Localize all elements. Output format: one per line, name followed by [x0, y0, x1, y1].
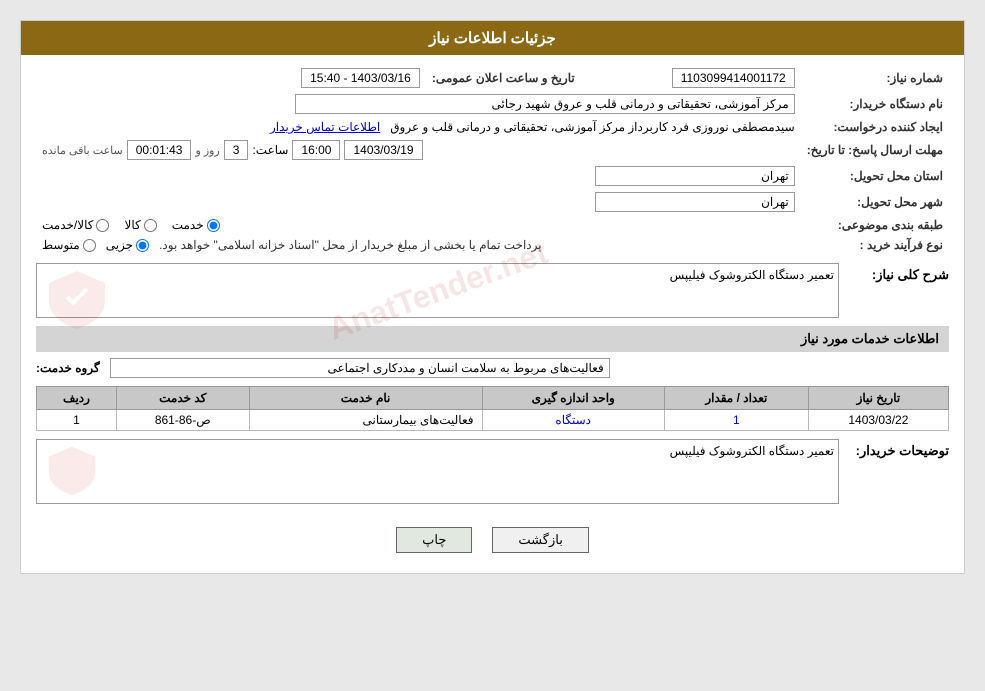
radio-medium-label: متوسط [42, 238, 80, 252]
radio-goods[interactable] [144, 219, 157, 232]
city-value: تهران [595, 192, 795, 212]
purchase-type-label: نوع فرآیند خرید : [801, 235, 949, 255]
general-desc-value: تعمیر دستگاه الکتروشوک فیلیپس [670, 268, 834, 282]
cell-code: ص-86-861 [116, 410, 249, 431]
buyer-org-value: مرکز آموزشی، تحقیقاتی و درمانی قلب و عرو… [295, 94, 795, 114]
col-date: تاریخ نیاز [808, 387, 948, 410]
buyer-desc-value: تعمیر دستگاه الکتروشوک فیلیپس [670, 444, 834, 458]
general-desc-label: شرح کلی نیاز: [849, 263, 949, 283]
col-row: ردیف [37, 387, 117, 410]
creator-value: سیدمصطفی نوروزی فرد کاربرداز مرکز آموزشی… [390, 120, 794, 134]
category-label: طبقه بندی موضوعی: [801, 215, 949, 235]
col-qty: تعداد / مقدار [664, 387, 808, 410]
buyer-org-label: نام دستگاه خریدار: [801, 91, 949, 117]
province-value: تهران [595, 166, 795, 186]
province-label: استان محل تحویل: [801, 163, 949, 189]
city-label: شهر محل تحویل: [801, 189, 949, 215]
radio-goods-service-label: کالا/خدمت [42, 218, 93, 232]
back-button[interactable]: بازگشت [492, 527, 588, 553]
table-row: 1403/03/22 1 دستگاه فعالیت‌های بیمارستان… [37, 410, 949, 431]
response-remaining-label: ساعت باقی مانده [42, 144, 123, 157]
creator-label: ایجاد کننده درخواست: [801, 117, 949, 137]
radio-partial[interactable] [136, 239, 149, 252]
buyer-desc-label: توضیحات خریدار: [849, 439, 949, 459]
print-button[interactable]: چاپ [396, 527, 472, 553]
req-number-value: 1103099414001172 [672, 68, 795, 88]
response-time-value: 16:00 [292, 140, 340, 160]
announce-date-label: تاریخ و ساعت اعلان عمومی: [426, 65, 581, 91]
response-date-value: 1403/03/19 [344, 140, 422, 160]
purchase-note: پرداخت تمام یا بخشی از مبلغ خریدار از مح… [159, 238, 542, 252]
radio-goods-service[interactable] [96, 219, 109, 232]
cell-unit: دستگاه [482, 410, 664, 431]
contact-link[interactable]: اطلاعات تماس خریدار [270, 120, 380, 134]
cell-qty: 1 [664, 410, 808, 431]
cell-name: فعالیت‌های بیمارستانی [249, 410, 482, 431]
announce-date-value: 1403/03/16 - 15:40 [301, 68, 420, 88]
radio-partial-label: جزیی [106, 238, 133, 252]
services-table: تاریخ نیاز تعداد / مقدار واحد اندازه گیر… [36, 386, 949, 431]
cell-date: 1403/03/22 [808, 410, 948, 431]
response-time-label: ساعت: [252, 143, 288, 157]
services-header: اطلاعات خدمات مورد نیاز [36, 326, 949, 352]
col-code: کد خدمت [116, 387, 249, 410]
col-name: نام خدمت [249, 387, 482, 410]
radio-service-label: خدمت [172, 218, 204, 232]
req-number-label: شماره نیاز: [801, 65, 949, 91]
response-days-label: روز و [195, 144, 219, 157]
response-remaining-value: 00:01:43 [127, 140, 192, 160]
service-group-label: گروه خدمت: [36, 361, 100, 375]
button-row: بازگشت چاپ [36, 512, 949, 563]
col-unit: واحد اندازه گیری [482, 387, 664, 410]
response-days-value: 3 [224, 140, 249, 160]
page-header: جزئیات اطلاعات نیاز [21, 21, 964, 55]
cell-row: 1 [37, 410, 117, 431]
response-deadline-label: مهلت ارسال پاسخ: تا تاریخ: [801, 137, 949, 163]
radio-goods-label: کالا [124, 218, 140, 232]
radio-service[interactable] [207, 219, 220, 232]
radio-medium[interactable] [83, 239, 96, 252]
service-group-value: فعالیت‌های مربوط به سلامت انسان و مددکار… [110, 358, 610, 378]
